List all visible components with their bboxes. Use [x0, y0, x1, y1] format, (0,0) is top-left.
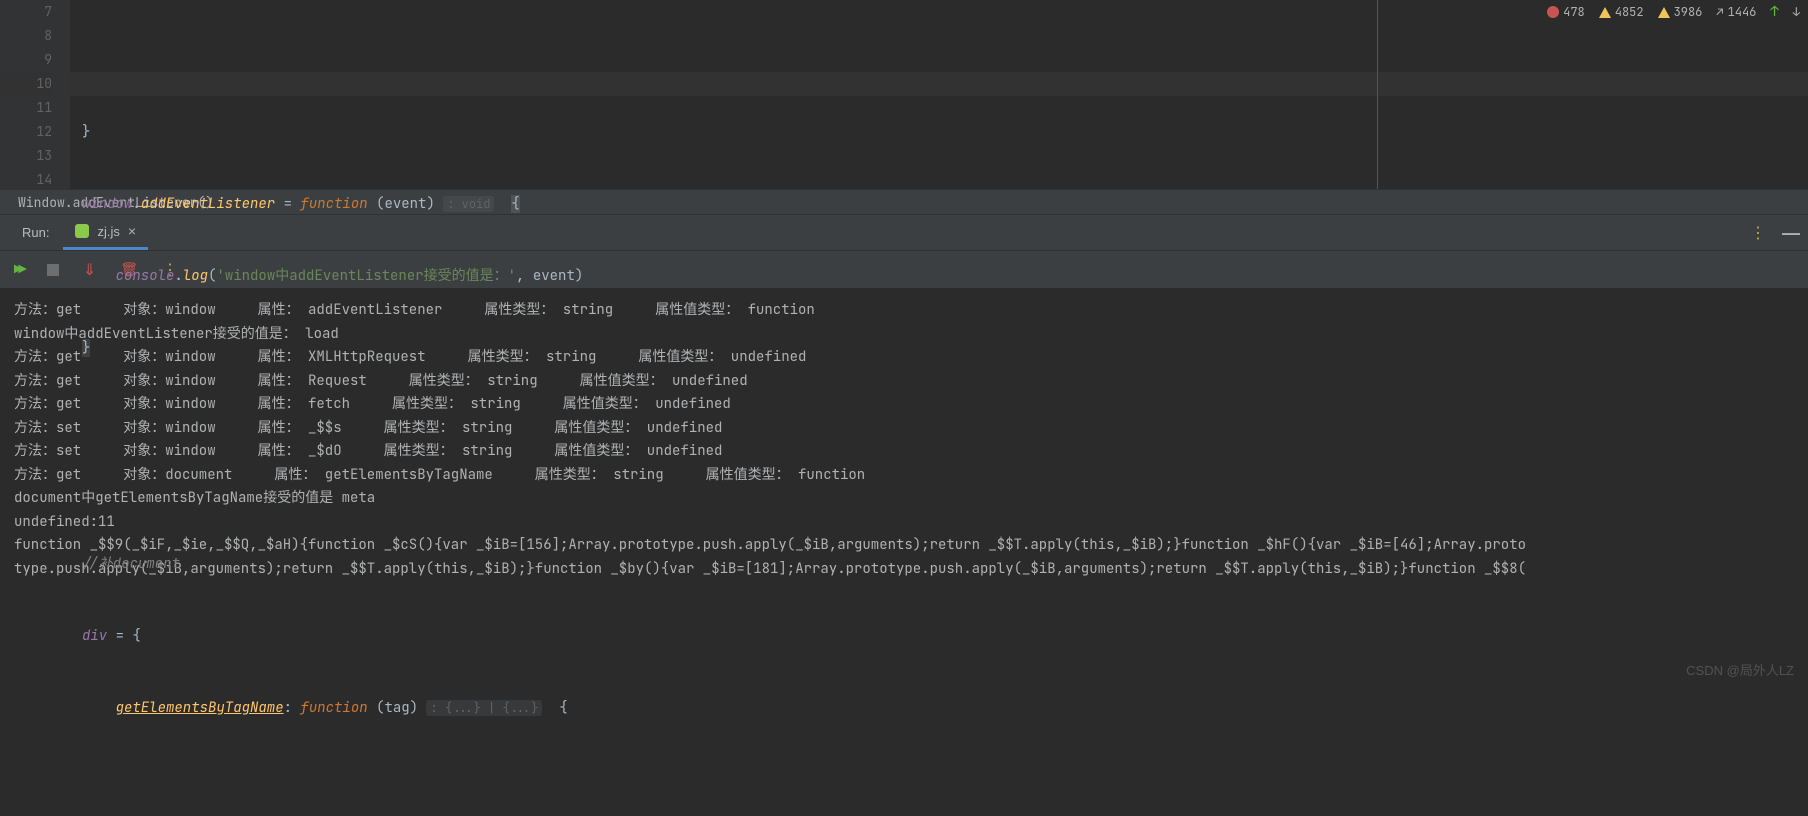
stop-button[interactable] — [47, 264, 59, 276]
code-content[interactable]: } window.addEventListener = function (ev… — [70, 0, 1808, 189]
error-icon — [1547, 6, 1559, 18]
rerun-button[interactable]: ▶▶ — [14, 261, 23, 279]
line-number: 12 — [0, 120, 52, 144]
line-number: 10 — [36, 75, 52, 92]
line-number: 8 — [0, 24, 52, 48]
line-number: 11 — [0, 96, 52, 120]
line-number: 13 — [0, 144, 52, 168]
line-number: 7 — [0, 0, 52, 24]
run-label[interactable]: Run: — [18, 225, 63, 250]
line-gutter: 7 8 9 10 11 12 13 14 — [0, 0, 70, 189]
warning-icon — [1658, 7, 1670, 18]
warning-count-2[interactable]: 3986 — [1658, 4, 1703, 20]
line-number: 14 — [0, 168, 52, 192]
code-editor[interactable]: 7 8 9 10 11 12 13 14 } window.addEventLi… — [0, 0, 1808, 189]
warning-icon — [1599, 7, 1611, 18]
inspection-icon: ↗ — [1716, 4, 1723, 20]
inspection-count[interactable]: ↗1446 — [1716, 4, 1756, 20]
line-number: 9 — [0, 48, 52, 72]
scroll-up-icon[interactable]: ↑ — [1770, 3, 1778, 21]
scroll-down-icon[interactable]: ↓ — [1793, 4, 1800, 20]
editor-status: 478 4852 3986 ↗1446 ↑ ↓ — [1547, 3, 1800, 21]
warning-count-1[interactable]: 4852 — [1599, 4, 1644, 20]
error-count[interactable]: 478 — [1547, 4, 1585, 20]
